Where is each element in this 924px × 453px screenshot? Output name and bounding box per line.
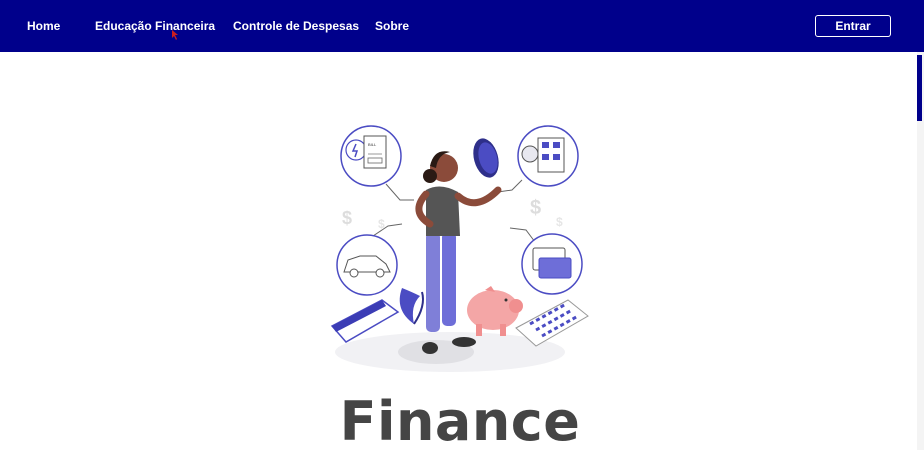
login-button[interactable]: Entrar: [815, 15, 891, 37]
hero-title: Finance: [339, 390, 581, 453]
connector-line: [385, 183, 414, 201]
nav-expense-control[interactable]: Controle de Despesas: [233, 19, 359, 33]
finance-illustration: BILL $ $ $ $: [330, 125, 589, 372]
credit-card-icon: [521, 233, 583, 295]
nav-about[interactable]: Sobre: [375, 19, 409, 33]
plant-icon: [399, 288, 424, 325]
house-icon: [517, 125, 579, 187]
piggy-bank-icon: [467, 286, 523, 336]
connector-line: [497, 179, 523, 193]
mouse-cursor-icon: [172, 30, 178, 40]
top-navbar: Home Educação Financeira Controle de Des…: [0, 0, 924, 52]
car-icon: [336, 234, 398, 296]
scrollbar-thumb[interactable]: [917, 55, 922, 121]
dollar-icon: $: [378, 217, 385, 231]
dollar-icon: $: [530, 197, 541, 219]
dollar-icon: $: [556, 215, 563, 229]
nav-financial-education[interactable]: Educação Financeira: [95, 19, 215, 33]
svg-text:BILL: BILL: [368, 142, 377, 147]
lightbulb-icon: BILL: [340, 125, 402, 187]
nav-home[interactable]: Home: [27, 19, 60, 33]
coin-icon: [473, 138, 499, 178]
dollar-icon: $: [342, 208, 352, 228]
